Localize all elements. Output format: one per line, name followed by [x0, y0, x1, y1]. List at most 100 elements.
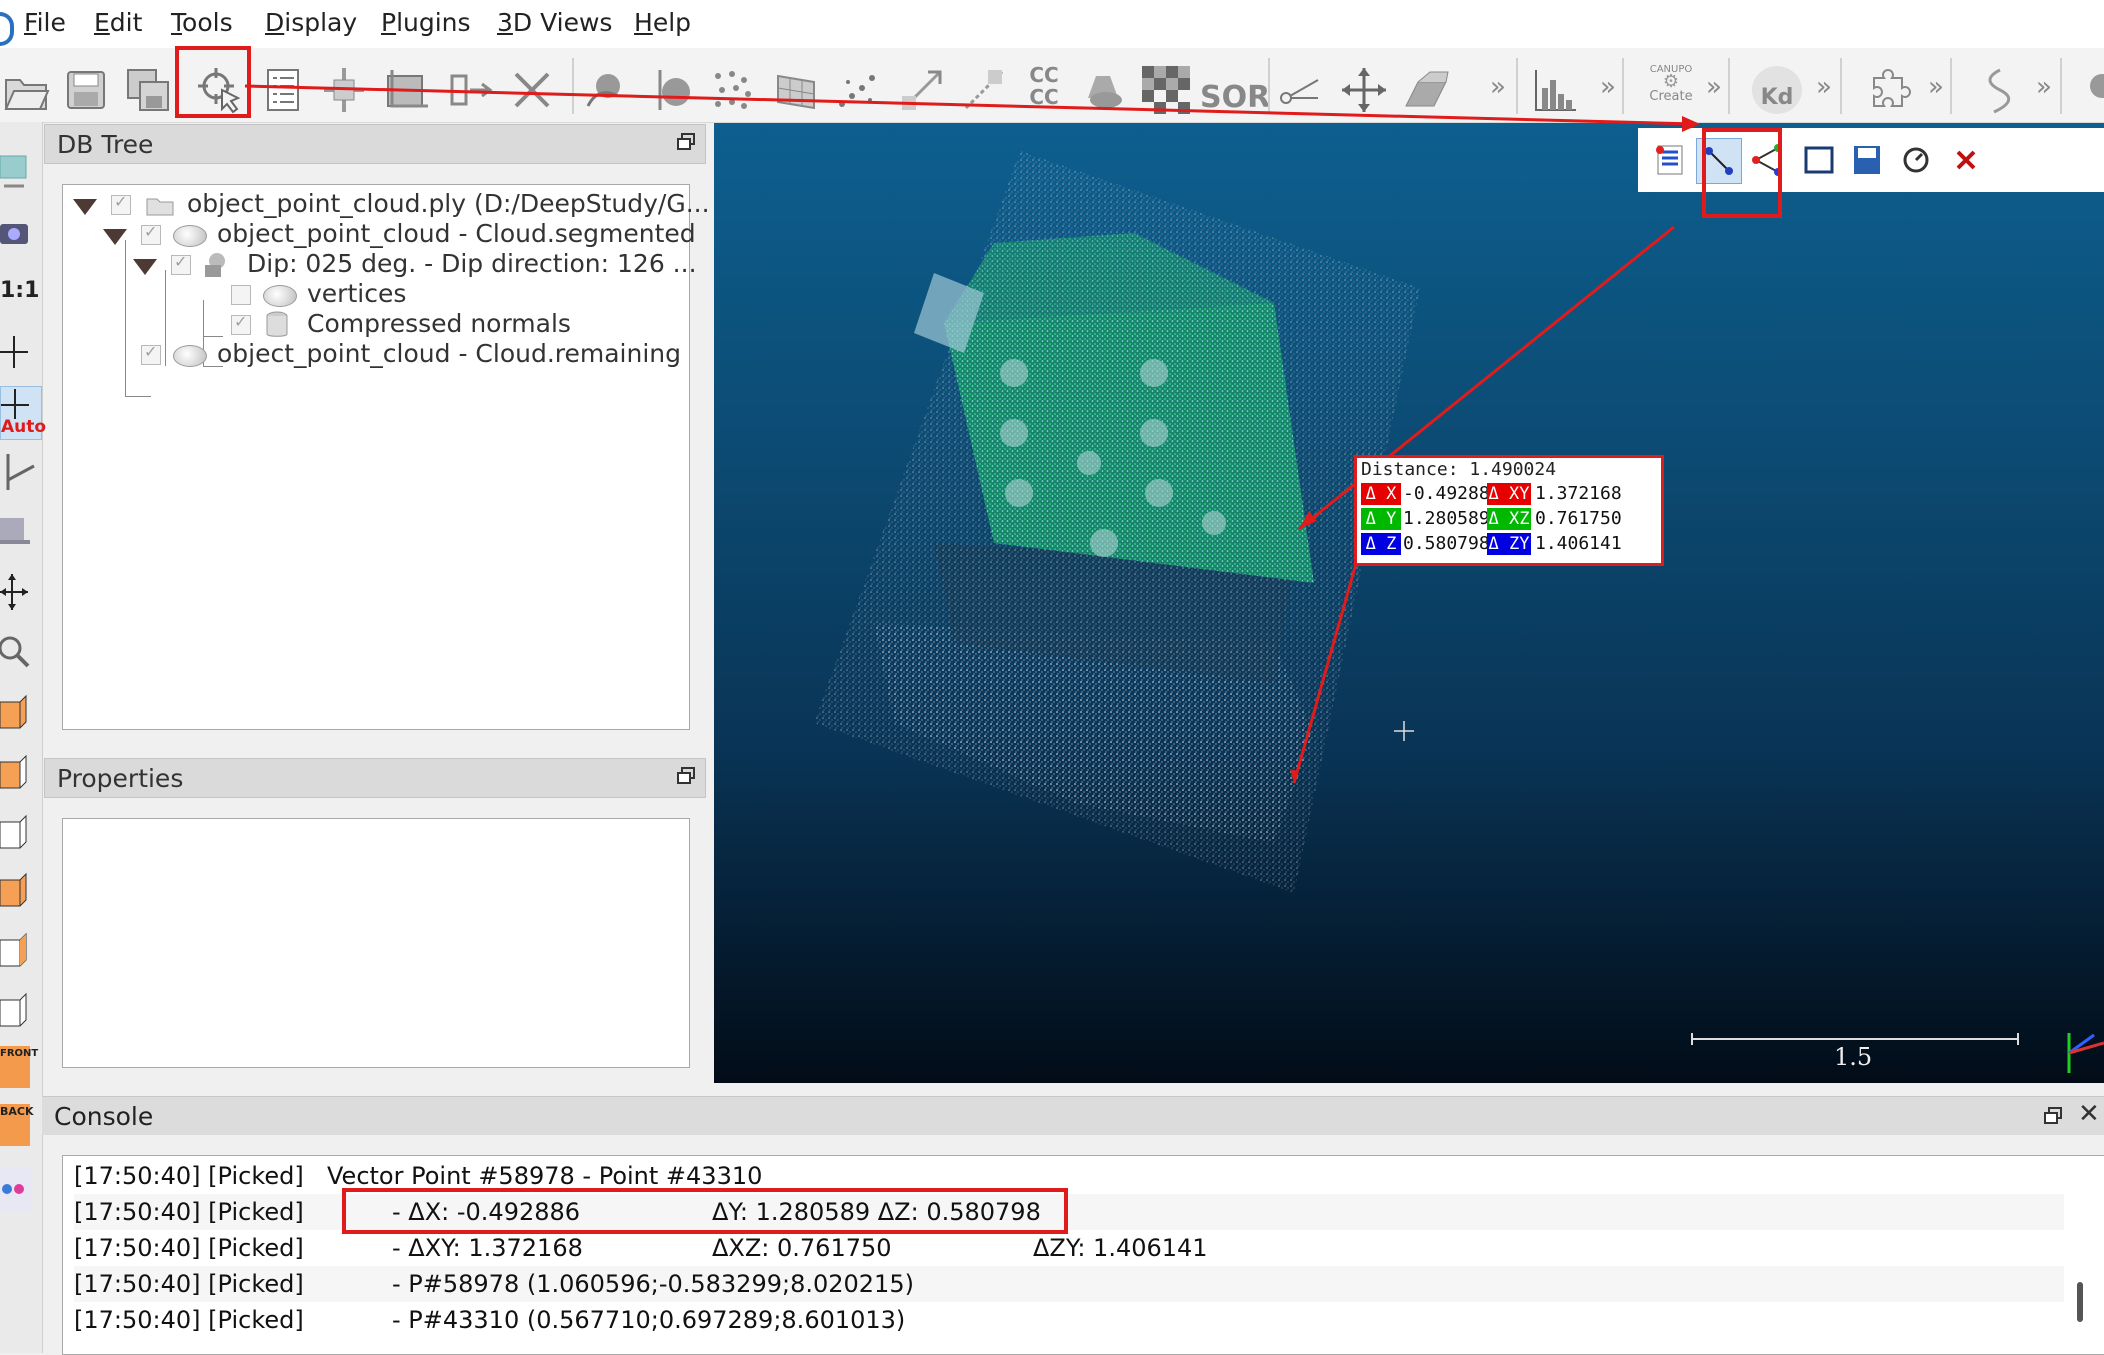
delta-z-value: 0.580798: [1403, 533, 1490, 554]
console-scrollbar[interactable]: [2077, 1282, 2083, 1322]
menu-display[interactable]: Display: [265, 8, 357, 37]
distance-value: Distance: 1.490024: [1361, 459, 1557, 480]
highlight-picking-tool: [175, 46, 251, 118]
rotate-axis-icon[interactable]: [0, 450, 40, 494]
properties-panel: [62, 818, 690, 1068]
tree-checkbox[interactable]: [141, 222, 161, 245]
3d-viewer[interactable]: 1.5: [714, 123, 2104, 1083]
open-folder-icon[interactable]: [2, 66, 50, 114]
global-view-icon[interactable]: [0, 150, 40, 194]
point-sampling-icon[interactable]: [708, 66, 756, 114]
plane-icon[interactable]: [1402, 66, 1450, 114]
undock-icon[interactable]: [677, 133, 695, 151]
crosshair-icon[interactable]: [0, 330, 40, 374]
delta-xz-label: Δ XZ: [1487, 508, 1531, 530]
front-face-icon[interactable]: [0, 750, 40, 794]
plugin-icon-partial[interactable]: [2086, 66, 2104, 114]
mesh-sample-icon[interactable]: [772, 66, 820, 114]
tree-item-label: object_point_cloud - Cloud.remaining: [217, 339, 682, 368]
database-icon: [266, 311, 288, 337]
tree-item-label: object_point_cloud.ply (D:/DeepStudy/G..…: [187, 189, 710, 218]
tree-item-label: Dip: 025 deg. - Dip direction: 126 ...: [247, 249, 697, 278]
top-view-icon[interactable]: [0, 690, 40, 734]
menu-tools[interactable]: Tools: [171, 8, 233, 37]
crop-icon[interactable]: [382, 66, 430, 114]
scale-1-1-button[interactable]: 1:1: [0, 278, 39, 303]
translate-icon[interactable]: [320, 66, 368, 114]
toolbar-overflow-icon-4[interactable]: »: [1816, 72, 1832, 102]
menu-3d-views[interactable]: 3D Views: [497, 8, 612, 37]
delta-y-label: Δ Y: [1361, 508, 1401, 530]
tree-checkbox[interactable]: [231, 285, 251, 305]
auto-pivot-button[interactable]: Auto: [0, 386, 46, 440]
tree-checkbox[interactable]: [231, 312, 251, 335]
scissors-icon[interactable]: [1276, 66, 1324, 114]
toolbar-overflow-icon-5[interactable]: »: [1928, 72, 1944, 102]
front-view-button[interactable]: FRONT: [0, 1046, 38, 1088]
back-view-button[interactable]: BACK: [0, 1104, 34, 1146]
move-icon[interactable]: [1340, 66, 1388, 114]
histogram-icon[interactable]: [1532, 66, 1580, 114]
bottom-view-icon[interactable]: [0, 868, 40, 912]
console-text: - P#43310 (0.567710;0.697289;8.601013): [392, 1306, 906, 1334]
save-all-icon[interactable]: [124, 66, 172, 114]
segment-icon[interactable]: [448, 66, 496, 114]
tree-checkbox[interactable]: [141, 342, 161, 365]
tree-checkbox[interactable]: [171, 252, 191, 275]
stereo-button[interactable]: [0, 1168, 32, 1212]
cloud-cloud-distance-icon[interactable]: [898, 66, 946, 114]
kd-tree-icon[interactable]: Kd: [1752, 66, 1802, 114]
menu-edit[interactable]: Edit: [94, 8, 142, 37]
menu-plugins[interactable]: Plugins: [381, 8, 471, 37]
normals-icon[interactable]: [646, 66, 694, 114]
tree-checkbox[interactable]: [111, 192, 131, 215]
back-view-icon[interactable]: [0, 988, 40, 1032]
zoom-icon[interactable]: [0, 630, 40, 674]
display-mode-icon[interactable]: [0, 510, 40, 554]
expand-arrow-icon[interactable]: [133, 259, 157, 275]
canupo-glyph: ⚙: [1662, 71, 1680, 92]
save-label-icon[interactable]: [1846, 142, 1886, 178]
delete-icon[interactable]: [508, 66, 556, 114]
c2c-compare-icon[interactable]: CC CC: [1022, 64, 1066, 112]
subsample-icon[interactable]: [582, 66, 630, 114]
noise-filter-icon[interactable]: [834, 66, 882, 114]
toolbar-overflow-icon[interactable]: »: [1490, 72, 1506, 102]
undock-icon[interactable]: [2044, 1107, 2062, 1125]
delta-z-label: Δ Z: [1361, 533, 1401, 555]
save-icon[interactable]: [62, 66, 110, 114]
close-icon[interactable]: [1946, 142, 1986, 178]
point-list-icon[interactable]: [1650, 142, 1690, 178]
undock-icon[interactable]: [677, 767, 695, 785]
list-icon[interactable]: [260, 66, 308, 114]
rect-zone-icon[interactable]: [1798, 142, 1838, 178]
toolbar-overflow-icon-2[interactable]: »: [1600, 72, 1616, 102]
delta-xy-value: 1.372168: [1535, 483, 1622, 504]
canupo-icon[interactable]: CANUPO ⚙ Create: [1640, 64, 1702, 114]
primitive-fit-icon[interactable]: [1082, 66, 1130, 114]
console-close-icon[interactable]: ✕: [2078, 1099, 2100, 1129]
delta-zy-label: Δ ZY: [1487, 533, 1531, 555]
right-view-icon[interactable]: [0, 928, 40, 972]
console-text: - P#58978 (1.060596;-0.583299;8.020215): [392, 1270, 914, 1298]
sor-filter-icon[interactable]: SOR: [1200, 80, 1270, 115]
toolbar-overflow-icon-3[interactable]: »: [1706, 72, 1722, 102]
left-view-icon[interactable]: [0, 810, 40, 854]
tree-item-cloud-remaining[interactable]: object_point_cloud - Cloud.remaining: [63, 337, 683, 373]
console-title-bar: Console ✕: [42, 1096, 2104, 1135]
rotate-label-icon[interactable]: [1896, 142, 1936, 178]
rasterize-icon[interactable]: [1142, 66, 1190, 114]
expand-arrow-icon[interactable]: [103, 229, 127, 245]
cloud-mesh-distance-icon[interactable]: [960, 66, 1008, 114]
delta-xz-value: 0.761750: [1535, 508, 1622, 529]
toolbar-overflow-icon-6[interactable]: »: [2036, 72, 2052, 102]
pan-icon[interactable]: [0, 570, 40, 614]
menu-file[interactable]: File: [24, 8, 66, 37]
curve-icon[interactable]: [1970, 66, 2018, 114]
tree-item-label: object_point_cloud - Cloud.segmented: [217, 219, 696, 248]
expand-arrow-icon[interactable]: [73, 199, 97, 215]
dbtree-title: DB Tree: [57, 130, 154, 159]
menu-help[interactable]: Help: [634, 8, 691, 37]
puzzle-icon[interactable]: [1866, 66, 1914, 114]
camera-icon[interactable]: [0, 212, 40, 256]
